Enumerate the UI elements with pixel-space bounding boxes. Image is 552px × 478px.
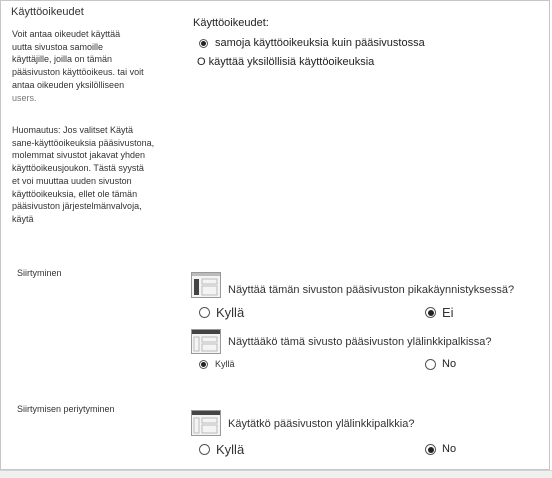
quick-launch-yes-radio[interactable] (199, 307, 210, 318)
top-link-bar-question: Näyttääkö tämä sivusto pääsivuston yläli… (228, 336, 492, 348)
inherit-no-label[interactable]: No (442, 443, 456, 455)
permissions-same-label[interactable]: samoja käyttöoikeuksia kuin pääsivustoss… (215, 37, 425, 49)
inherit-top-link-bar-question: Käytätkö pääsivuston ylälinkkipalkkia? (228, 418, 415, 430)
permissions-unique-option[interactable]: O käyttää yksilöllisiä käyttöoikeuksia (197, 56, 374, 68)
top-link-bar-yes-radio[interactable] (199, 360, 208, 369)
note-line: sane-käyttöoikeuksia pääsivustona, (12, 137, 155, 148)
note-line: et voi muuttaa uuden sivuston (12, 175, 132, 186)
top-link-bar-no-radio[interactable] (425, 359, 436, 370)
desc-line-gray: users. (12, 92, 37, 103)
inherit-yes-label[interactable]: Kyllä (216, 442, 244, 457)
top-link-bar-inherit-icon (191, 410, 221, 436)
note-line: pääsivuston järjestelmänvalvoja, (12, 201, 142, 212)
desc-line: Voit antaa oikeudet käyttää (12, 29, 121, 39)
top-link-bar-yes-label[interactable]: Kyllä (215, 358, 235, 371)
permissions-section-title: Käyttöoikeudet (11, 6, 84, 18)
permissions-field-label: Käyttöoikeudet: (193, 17, 269, 29)
desc-line: käyttäjille, joilla on tämän (12, 54, 113, 65)
note-line: käytä (12, 213, 34, 224)
quick-launch-icon (191, 272, 221, 298)
permissions-description: Voit antaa oikeudet käyttää uutta sivust… (12, 28, 172, 104)
top-link-bar-no-label[interactable]: No (442, 358, 456, 370)
top-link-bar-icon (191, 329, 221, 354)
navigation-section-title: Siirtyminen (17, 268, 62, 278)
note-line: molemmat sivustot jakavat yhden (12, 150, 146, 161)
note-line: käyttöoikeusjoukon. Tästä syystä (12, 163, 144, 174)
desc-line: uutta sivustoa samoille (12, 41, 104, 52)
inheritance-section-title: Siirtymisen periytyminen (17, 404, 115, 414)
quick-launch-no-label[interactable]: Ei (442, 305, 454, 320)
inherit-no-radio[interactable] (425, 444, 436, 455)
desc-line: antaa oikeuden yksilölliseen (12, 79, 125, 90)
note-line: Huomautus: Jos valitset Käytä (12, 125, 134, 135)
permissions-same-radio[interactable] (199, 39, 208, 48)
desc-line: pääsivuston käyttöoikeus. tai voit (12, 67, 144, 78)
quick-launch-question: Näyttää tämän sivuston pääsivuston pikak… (228, 284, 515, 296)
note-line: käyttöoikeuksia, ellet ole tämän (12, 188, 138, 199)
inherit-yes-radio[interactable] (199, 444, 210, 455)
permissions-note: Huomautus: Jos valitset Käytä sane-käytt… (12, 124, 172, 226)
quick-launch-yes-label[interactable]: Kyllä (216, 305, 244, 320)
quick-launch-no-radio[interactable] (425, 307, 436, 318)
